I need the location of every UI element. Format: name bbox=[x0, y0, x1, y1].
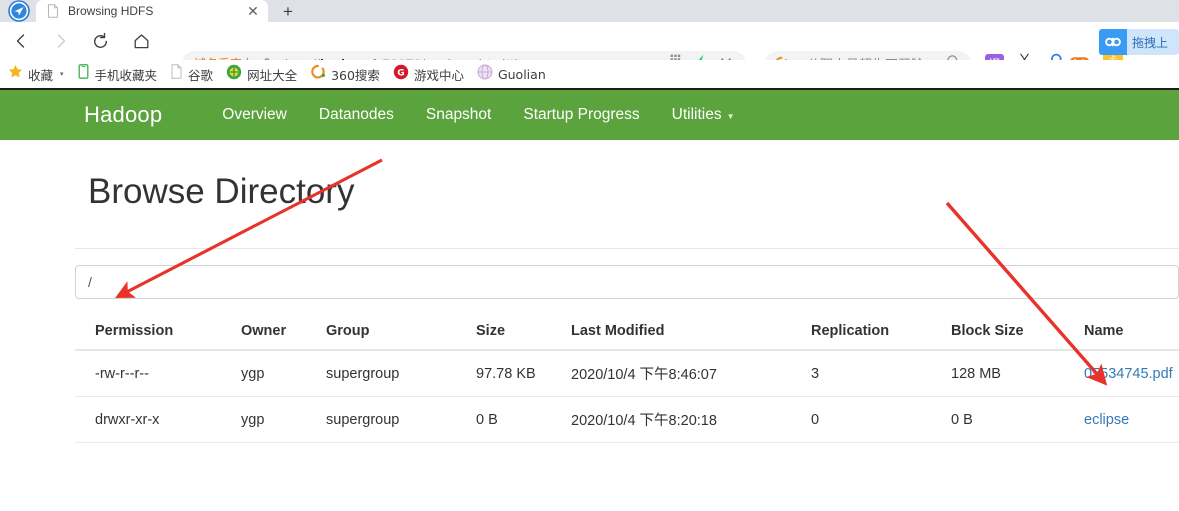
column-header-last-modified[interactable]: Last Modified bbox=[571, 315, 811, 351]
browser-window: Browsing HDFS ✕ + 域名重定向 bbox=[0, 0, 1179, 511]
cell-block-size: 128 MB bbox=[951, 350, 1084, 397]
cloud-disk-icon bbox=[1099, 29, 1127, 55]
bookmark-hao360[interactable]: 网址大全 bbox=[221, 63, 302, 85]
title-divider bbox=[75, 248, 1179, 249]
bookmark-label: 收藏 bbox=[28, 67, 54, 83]
table-row: drwxr-xr-x ygp supergroup 0 B 2020/10/4 … bbox=[75, 396, 1179, 443]
bookmark-favorites[interactable]: 收藏 ▾ bbox=[3, 63, 69, 85]
nav-item-utilities[interactable]: Utilities ▼ bbox=[656, 106, 751, 124]
column-header-replication[interactable]: Replication bbox=[811, 315, 951, 351]
bookmark-google[interactable]: 谷歌 bbox=[165, 63, 218, 85]
bookmark-bar: 收藏 ▾ 手机收藏夹 谷歌 网址大全 360搜索 G 游戏中心 Guolian bbox=[0, 60, 1179, 88]
column-header-size[interactable]: Size bbox=[476, 315, 571, 351]
cell-size: 0 B bbox=[476, 396, 571, 443]
directory-path-input[interactable] bbox=[75, 265, 1179, 299]
table-header-row: Permission Owner Group Size Last Modifie… bbox=[75, 315, 1179, 351]
g-circle-icon: G bbox=[393, 64, 409, 85]
browser-tab-active[interactable]: Browsing HDFS ✕ bbox=[36, 0, 268, 22]
back-icon[interactable] bbox=[8, 28, 34, 54]
cell-block-size: 0 B bbox=[951, 396, 1084, 443]
cell-owner: ygp bbox=[241, 396, 326, 443]
bookmark-label: 手机收藏夹 bbox=[94, 67, 158, 83]
360-logo-icon bbox=[310, 64, 326, 85]
home-icon[interactable] bbox=[128, 28, 154, 54]
directory-link[interactable]: eclipse bbox=[1084, 412, 1129, 428]
bookmark-label: 谷歌 bbox=[188, 67, 214, 83]
cell-replication: 3 bbox=[811, 350, 951, 397]
cell-group: supergroup bbox=[326, 350, 476, 397]
web-page-content: Hadoop Overview Datanodes Snapshot Start… bbox=[0, 88, 1179, 511]
cell-last-modified: 2020/10/4 下午8:20:18 bbox=[571, 396, 811, 443]
reload-icon[interactable] bbox=[87, 28, 113, 54]
bookmark-label: 360搜索 bbox=[331, 67, 380, 83]
close-icon[interactable]: ✕ bbox=[244, 2, 262, 20]
cell-permission: drwxr-xr-x bbox=[75, 396, 241, 443]
bookmark-mobile-bookmarks[interactable]: 手机收藏夹 bbox=[72, 63, 163, 85]
phone-icon bbox=[77, 64, 90, 84]
cell-last-modified: 2020/10/4 下午8:46:07 bbox=[571, 350, 811, 397]
column-header-block-size[interactable]: Block Size bbox=[951, 315, 1084, 351]
bookmark-search360[interactable]: 360搜索 bbox=[305, 63, 385, 85]
star-icon bbox=[8, 64, 23, 84]
cell-name: eclipse bbox=[1084, 396, 1179, 443]
table-row: -rw-r--r-- ygp supergroup 97.78 KB 2020/… bbox=[75, 350, 1179, 397]
page-icon bbox=[170, 64, 183, 84]
column-header-owner[interactable]: Owner bbox=[241, 315, 326, 351]
nav-item-snapshot[interactable]: Snapshot bbox=[410, 106, 508, 124]
page-icon bbox=[46, 4, 60, 18]
browser-tab-title: Browsing HDFS bbox=[68, 4, 154, 18]
bookmark-label: 游戏中心 bbox=[413, 67, 464, 83]
cell-permission: -rw-r--r-- bbox=[75, 350, 241, 397]
cell-owner: ygp bbox=[241, 350, 326, 397]
plus-circle-icon bbox=[226, 64, 242, 85]
column-header-permission[interactable]: Permission bbox=[75, 315, 241, 351]
bookmark-gamecenter[interactable]: G 游戏中心 bbox=[388, 63, 469, 85]
cell-replication: 0 bbox=[811, 396, 951, 443]
nav-item-datanodes[interactable]: Datanodes bbox=[303, 106, 410, 124]
file-link[interactable]: 05534745.pdf bbox=[1084, 366, 1173, 382]
cell-group: supergroup bbox=[326, 396, 476, 443]
page-title: Browse Directory bbox=[88, 172, 355, 211]
browser-toolbar: 域名重定向 http://hadoop1:50070/explorer.html… bbox=[0, 22, 1179, 76]
chevron-down-icon[interactable]: ▾ bbox=[60, 70, 64, 78]
globe-icon bbox=[477, 64, 493, 85]
tab-strip: Browsing HDFS ✕ + bbox=[0, 0, 1179, 22]
bookmark-label: Guolian bbox=[497, 66, 546, 82]
caret-down-icon: ▼ bbox=[726, 112, 735, 121]
directory-listing-table: Permission Owner Group Size Last Modifie… bbox=[75, 315, 1179, 443]
column-header-name[interactable]: Name bbox=[1084, 315, 1179, 351]
hadoop-navbar: Hadoop Overview Datanodes Snapshot Start… bbox=[0, 90, 1179, 140]
nav-item-startup-progress[interactable]: Startup Progress bbox=[507, 106, 655, 124]
bookmark-guolian[interactable]: Guolian bbox=[472, 63, 551, 85]
cell-name: 05534745.pdf bbox=[1084, 350, 1179, 397]
svg-text:G: G bbox=[397, 68, 404, 78]
cell-size: 97.78 KB bbox=[476, 350, 571, 397]
hadoop-nav-links: Overview Datanodes Snapshot Startup Prog… bbox=[206, 106, 750, 124]
netdisk-tooltip-label: 拖拽上 bbox=[1132, 35, 1169, 50]
bookmark-label: 网址大全 bbox=[247, 67, 298, 83]
forward-icon bbox=[48, 28, 74, 54]
new-tab-button[interactable]: + bbox=[274, 1, 302, 22]
hadoop-brand[interactable]: Hadoop bbox=[84, 102, 162, 128]
nav-item-overview[interactable]: Overview bbox=[206, 106, 303, 124]
netdisk-drag-tooltip[interactable]: 拖拽上 bbox=[1099, 29, 1179, 55]
column-header-group[interactable]: Group bbox=[326, 315, 476, 351]
